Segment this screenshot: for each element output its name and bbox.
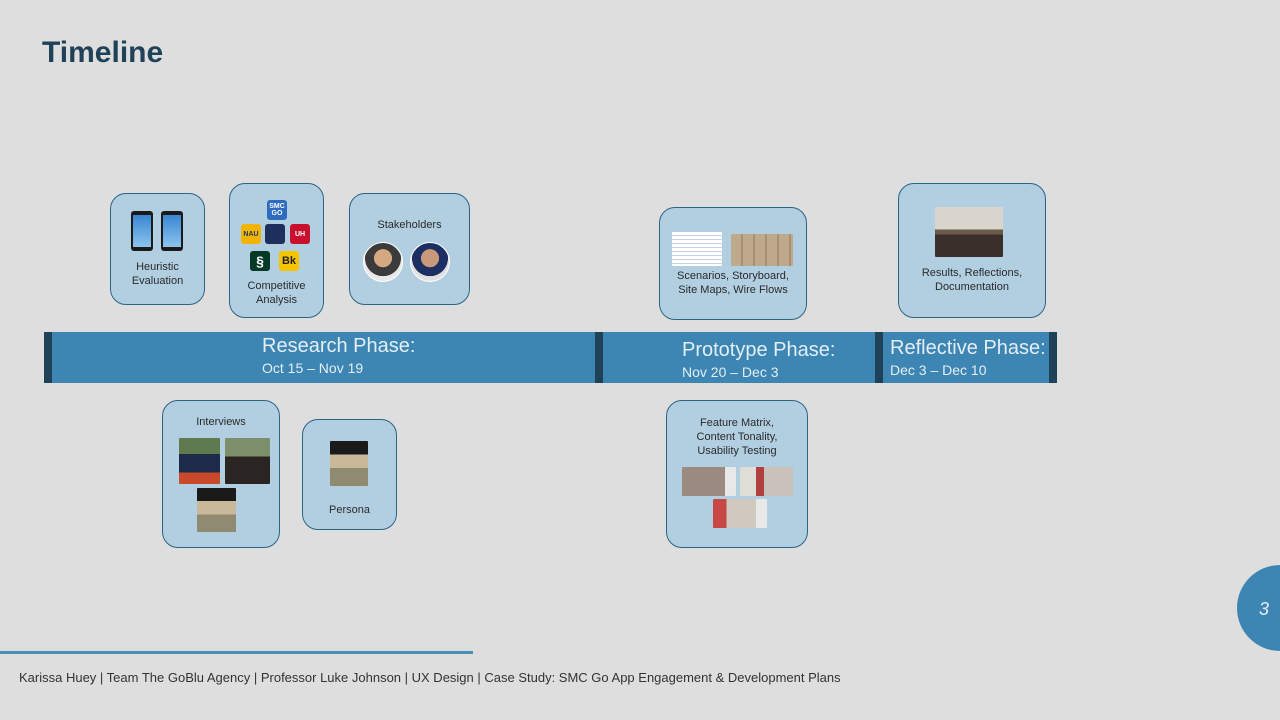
bk-logo: Bk [279, 251, 299, 271]
phone-screenshot-image [131, 211, 153, 251]
research-phase-end-marker [595, 332, 603, 383]
feature-matrix-card: Feature Matrix, Content Tonality, Usabil… [666, 400, 808, 548]
interviewee-photo [197, 488, 236, 532]
interviewee-photo [179, 438, 220, 484]
stakeholder-avatar [410, 242, 450, 282]
stakeholder-avatar [363, 242, 403, 282]
heuristic-evaluation-card: Heuristic Evaluation [110, 193, 205, 305]
slide-title: Timeline [42, 36, 164, 69]
storyboard-image [731, 234, 793, 266]
prototype-phase-end-marker [875, 332, 883, 383]
usability-testing-photo [713, 499, 767, 528]
phone-screenshot-image [161, 211, 183, 251]
competitive-analysis-label: Competitive Analysis [247, 280, 306, 306]
persona-photo [330, 441, 368, 486]
nau-logo: NAU [241, 224, 261, 244]
interviews-card: Interviews [162, 400, 280, 548]
smc-go-logo: SMC GO [267, 200, 287, 220]
research-phase-dates: Oct 15 – Nov 19 [262, 360, 364, 376]
site-map-image [672, 232, 722, 266]
prototype-phase-dates: Nov 20 – Dec 3 [682, 364, 779, 380]
persona-card: Persona [302, 419, 397, 530]
research-phase-name: Research Phase: [262, 335, 416, 357]
competitive-analysis-card: SMC GO NAU UH § Bk Competitive Analysis [229, 183, 324, 318]
reflective-phase-name: Reflective Phase: [890, 337, 1046, 359]
prototype-phase-name: Prototype Phase: [682, 339, 836, 361]
feature-matrix-label: Feature Matrix, Content Tonality, Usabil… [696, 417, 778, 457]
footer-credits: Karissa Huey | Team The GoBlu Agency | P… [19, 670, 841, 685]
sacramento-state-logo: § [250, 251, 270, 271]
scenarios-label: Scenarios, Storyboard, Site Maps, Wire F… [677, 270, 789, 296]
results-card: Results, Reflections, Documentation [898, 183, 1046, 318]
page-number: 3 [1259, 599, 1270, 619]
reflective-phase-dates: Dec 3 – Dec 10 [890, 362, 987, 378]
persona-label: Persona [329, 504, 370, 516]
stakeholders-label: Stakeholders [377, 219, 442, 231]
scenarios-card: Scenarios, Storyboard, Site Maps, Wire F… [659, 207, 807, 320]
stakeholders-card: Stakeholders [349, 193, 470, 305]
heuristic-evaluation-label: Heuristic Evaluation [131, 261, 184, 287]
reflective-phase-end-marker [1049, 332, 1057, 383]
footer-divider [0, 651, 473, 654]
uh-logo: UH [290, 224, 310, 244]
usability-testing-photo [740, 467, 793, 496]
maritime-academy-logo [265, 224, 285, 244]
presentation-photo [935, 207, 1003, 257]
results-label: Results, Reflections, Documentation [921, 267, 1023, 293]
research-phase-start-marker [44, 332, 52, 383]
interviewee-photo [225, 438, 270, 484]
interviews-label: Interviews [196, 416, 246, 428]
usability-testing-photo [682, 467, 736, 496]
